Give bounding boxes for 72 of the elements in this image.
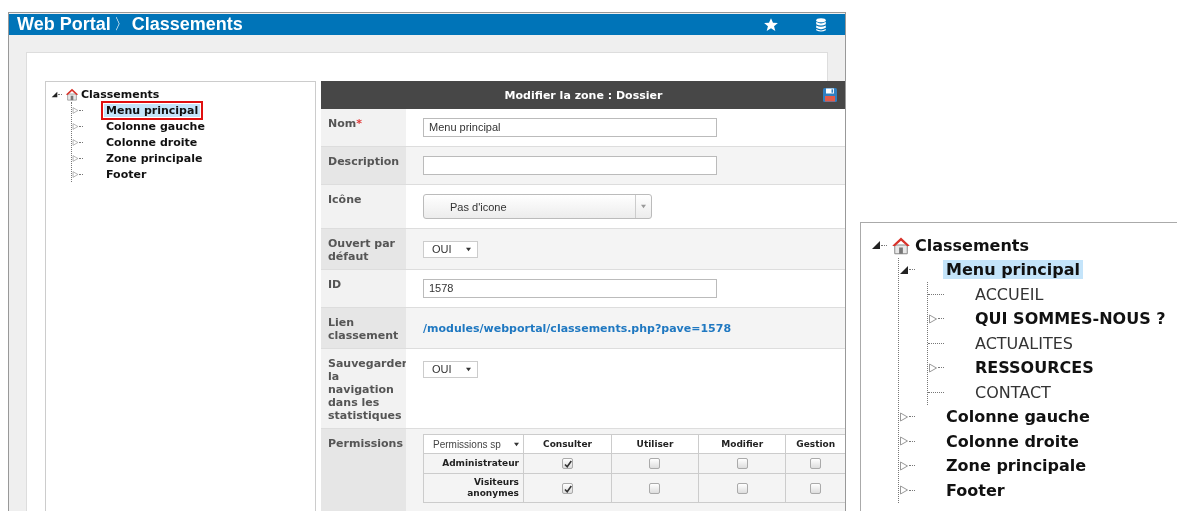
row-header: Visiteurs anonymes	[423, 473, 524, 503]
tree-toggle-icon[interactable]	[928, 362, 938, 373]
tree-item[interactable]: ACCUEIL	[972, 284, 1047, 304]
tree-item[interactable]: Classements	[915, 235, 1029, 255]
tree-item[interactable]: Zone principale	[943, 456, 1090, 476]
text-input[interactable]	[423, 156, 717, 175]
checkbox[interactable]	[561, 458, 573, 469]
tree-item[interactable]: Menu principal	[104, 103, 201, 117]
breadcrumb-item[interactable]: Classements	[131, 14, 243, 35]
field-label: Ouvert par défaut	[328, 237, 396, 263]
breadcrumb-separator: 〉	[113, 15, 129, 34]
field-label: Sauvegarder la navigation dans les statistiques	[328, 357, 408, 422]
tree-item[interactable]: Colonne gauche	[104, 119, 207, 133]
tree-item[interactable]: QUI SOMMES-NOUS ?	[972, 309, 1169, 329]
save-icon[interactable]	[822, 87, 838, 103]
text-input[interactable]: 1578	[423, 279, 717, 298]
tree-item[interactable]: Classements	[81, 87, 160, 101]
breadcrumb-item[interactable]: Web Portal	[17, 14, 111, 35]
field-label: ID	[328, 278, 342, 291]
tree-toggle-icon[interactable]	[871, 240, 881, 251]
column-header: Utiliser	[611, 434, 699, 454]
column-header: Consulter	[523, 434, 612, 454]
tree-item[interactable]: Colonne droite	[104, 135, 200, 149]
tree-item[interactable]: Footer	[104, 167, 149, 181]
tree-toggle-icon[interactable]	[72, 106, 79, 114]
caret-icon	[465, 246, 472, 252]
tree-toggle-icon[interactable]	[899, 264, 909, 275]
tree-item[interactable]: Menu principal	[943, 260, 1084, 280]
tree-item[interactable]: Colonne gauche	[943, 407, 1093, 427]
field-label: Permissions	[328, 437, 403, 450]
tree-toggle-icon[interactable]	[72, 170, 79, 178]
tree-toggle-icon[interactable]	[899, 411, 909, 422]
tree-item[interactable]: Footer	[943, 480, 1008, 500]
caret-icon	[513, 441, 520, 447]
caret-icon	[465, 366, 472, 372]
field-label: Description	[328, 155, 400, 168]
column-header: Gestion	[785, 434, 845, 454]
tree-toggle-icon[interactable]	[72, 122, 79, 130]
tree-item[interactable]: RESSOURCES	[972, 358, 1097, 378]
checkbox[interactable]	[810, 482, 822, 494]
checkbox[interactable]	[810, 458, 822, 469]
tree-toggle-icon[interactable]	[51, 90, 58, 98]
house-icon	[891, 235, 911, 256]
tree-item[interactable]: Zone principale	[104, 151, 205, 165]
tree-toggle-icon[interactable]	[928, 313, 938, 324]
select-dropdown[interactable]: OUI	[423, 240, 478, 258]
checkbox[interactable]	[649, 458, 661, 469]
tree-item[interactable]: ACTUALITES	[972, 333, 1076, 353]
column-header: Modifier	[698, 434, 786, 454]
star-icon[interactable]	[763, 16, 779, 33]
database-icon[interactable]	[813, 16, 829, 33]
select-dropdown[interactable]: OUI	[423, 360, 478, 378]
row-header: Administrateur	[423, 453, 524, 474]
tree-item[interactable]: Colonne droite	[943, 431, 1082, 451]
field-label: Icône	[328, 193, 362, 206]
panel-title: Modifier la zone : Dossier	[504, 88, 663, 102]
field-label: Nom	[328, 117, 357, 130]
tree-toggle-icon[interactable]	[899, 436, 909, 447]
checkbox[interactable]	[736, 482, 748, 494]
tree-item[interactable]: CONTACT	[972, 382, 1054, 402]
checkbox[interactable]	[736, 458, 748, 469]
tree-toggle-icon[interactable]	[899, 485, 909, 496]
checkbox[interactable]	[649, 482, 661, 494]
caret-icon	[640, 204, 647, 209]
field-label: Lien classement	[328, 316, 399, 342]
tree-toggle-icon[interactable]	[899, 460, 909, 471]
checkbox[interactable]	[561, 482, 573, 494]
icon-dropdown[interactable]: Pas d'icone	[423, 194, 652, 219]
text-input[interactable]: Menu principal	[423, 118, 717, 137]
required-mark: *	[356, 117, 362, 130]
tree-toggle-icon[interactable]	[72, 138, 79, 146]
tree-toggle-icon[interactable]	[72, 154, 79, 162]
